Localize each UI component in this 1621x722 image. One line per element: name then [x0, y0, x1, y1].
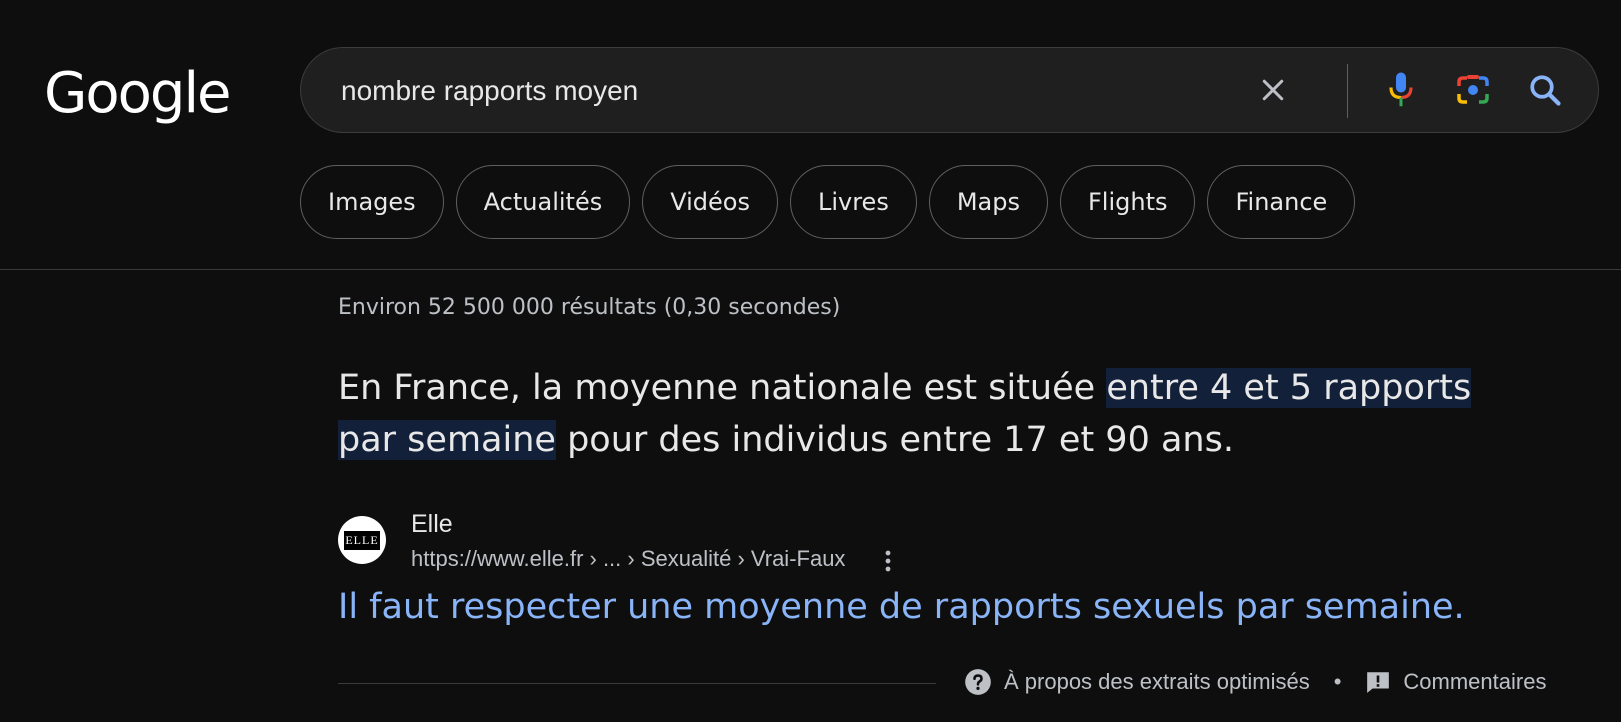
google-logo[interactable]: Google — [44, 61, 231, 126]
about-snippets-label: À propos des extraits optimisés — [1004, 669, 1310, 694]
feedback-icon — [1367, 672, 1390, 693]
more-options-icon[interactable] — [876, 546, 900, 576]
site-name[interactable]: Elle — [411, 510, 453, 539]
chip-videos[interactable]: Vidéos — [642, 165, 778, 239]
search-divider — [1347, 64, 1348, 118]
about-snippets-link[interactable]: À propos des extraits optimisés — [964, 668, 1310, 696]
feedback-label: Commentaires — [1403, 669, 1547, 694]
chip-flights[interactable]: Flights — [1059, 165, 1196, 239]
footer-separator: • — [1333, 669, 1342, 694]
logo-text: Google — [44, 61, 231, 126]
result-title-link[interactable]: Il faut respecter une moyenne de rapport… — [338, 587, 1465, 627]
camera-icon[interactable] — [1451, 68, 1495, 112]
chip-actualites[interactable]: Actualités — [455, 165, 631, 239]
microphone-icon[interactable] — [1379, 68, 1423, 112]
search-bar — [300, 47, 1599, 134]
snippet-text-before: En France, la moyenne nationale est situ… — [338, 368, 1107, 408]
search-filters: Images Actualités Vidéos Livres Maps Fli… — [300, 165, 1356, 239]
result-stats: Environ 52 500 000 résultats (0,30 secon… — [338, 295, 841, 320]
chip-maps[interactable]: Maps — [928, 165, 1048, 239]
feedback-link[interactable]: Commentaires — [1365, 669, 1546, 695]
chip-livres[interactable]: Livres — [789, 165, 917, 239]
snippet-text-after: pour des individus entre 17 et 90 ans. — [555, 420, 1234, 460]
snippet-divider — [338, 683, 936, 684]
search-icon[interactable] — [1523, 68, 1567, 112]
site-url[interactable]: https://www.elle.fr › ... › Sexualité › … — [411, 546, 845, 572]
header-divider — [0, 269, 1621, 270]
close-icon[interactable] — [1251, 68, 1295, 112]
help-icon — [965, 669, 991, 695]
search-input[interactable] — [339, 48, 1193, 134]
site-favicon: ELLE — [338, 516, 386, 564]
featured-snippet: En France, la moyenne nationale est situ… — [338, 362, 1488, 466]
snippet-footer: À propos des extraits optimisés • Commen… — [964, 668, 1546, 696]
chip-images[interactable]: Images — [300, 165, 444, 239]
chip-finance[interactable]: Finance — [1207, 165, 1356, 239]
favicon-text: ELLE — [344, 530, 380, 550]
